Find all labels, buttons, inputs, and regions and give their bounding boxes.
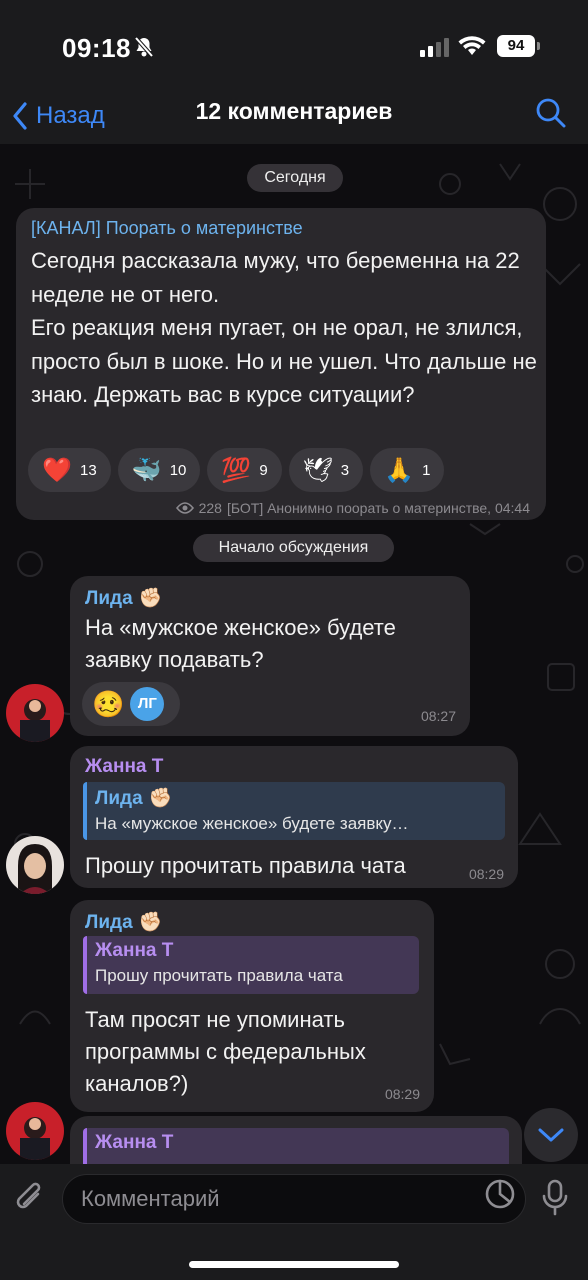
reaction-count: 1 (422, 461, 431, 479)
post-channel-name[interactable]: [КАНАЛ] Поорать о материнстве (31, 218, 303, 239)
quote-sender: Жанна Т (95, 940, 174, 961)
battery-icon: 94 (497, 35, 535, 57)
reaction-dove[interactable]: 🕊 3 (288, 448, 364, 492)
channel-post[interactable]: [КАНАЛ] Поорать о материнстве Сегодня ра… (16, 208, 546, 520)
reactor-avatar: ЛГ (130, 687, 165, 721)
message-text: На «мужское женское» будете заявку подав… (85, 615, 396, 672)
reaction-whale[interactable]: 🐳 10 (117, 448, 201, 492)
post-views: 228 (198, 500, 222, 516)
message-bubble[interactable]: Жанна Т Лида ✊🏻 На «мужское женское» буде… (70, 746, 518, 888)
eye-icon (175, 502, 194, 514)
sticker-icon[interactable] (484, 1178, 516, 1215)
bell-slash-icon (134, 36, 154, 63)
message-time: 08:29 (384, 1086, 420, 1102)
fist-icon: ✊🏻 (138, 588, 163, 609)
message-text: Прошу прочитать правила чата (85, 853, 406, 878)
wifi-icon (458, 36, 486, 61)
woozy-face-icon: 🥴 (92, 688, 125, 719)
avatar[interactable] (6, 836, 64, 894)
avatar[interactable] (6, 1102, 64, 1160)
fist-icon: ✊🏻 (148, 788, 173, 809)
discussion-start-separator: Начало обсуждения (193, 534, 394, 562)
message-time: 08:29 (468, 866, 504, 882)
home-indicator (189, 1261, 399, 1268)
paperclip-icon[interactable] (12, 1178, 48, 1223)
pray-icon: 🙏 (384, 456, 414, 484)
input-bar (0, 1164, 588, 1280)
reaction-count: 3 (340, 461, 350, 479)
comment-input-field[interactable] (62, 1174, 526, 1224)
date-separator: Сегодня (247, 164, 343, 192)
fist-icon: ✊🏻 (138, 912, 163, 933)
scroll-down-button[interactable] (524, 1108, 578, 1162)
comment-input[interactable] (81, 1175, 481, 1223)
heart-icon: ❤️ (42, 456, 72, 484)
status-time: 09:18 (62, 33, 131, 63)
reply-quote[interactable]: Жанна Т (83, 1128, 509, 1164)
message-bubble[interactable]: Лида ✊🏻 На «мужское женское» будете заявк… (70, 576, 470, 736)
message-text: Там просят не упоминать программы с феде… (85, 1007, 366, 1096)
post-author-time: [БОТ] Анонимно поорать о материнстве, 04… (226, 500, 530, 516)
reaction-count: 13 (80, 461, 97, 479)
cellular-signal-icon (420, 38, 449, 57)
quote-text: На «мужское женское» будете заявку… (95, 814, 409, 833)
message-bubble[interactable]: Лида ✊🏻 Жанна Т Прошу прочитать правила ч… (70, 900, 434, 1112)
nav-bar: Назад 12 комментариев (0, 90, 588, 144)
message-reaction[interactable]: 🥴 ЛГ (82, 682, 180, 726)
avatar[interactable] (6, 684, 64, 742)
message-bubble[interactable]: Жанна Т (70, 1116, 522, 1164)
reaction-heart[interactable]: ❤️ 13 (28, 448, 111, 492)
post-text: Сегодня рассказала мужу, что беременна н… (31, 248, 537, 407)
quote-sender: Лида ✊🏻 (95, 788, 173, 809)
post-reactions: ❤️ 13 🐳 10 💯 9 🕊 3 🙏 1 (28, 448, 445, 492)
message-sender[interactable]: Лида ✊🏻 (85, 586, 162, 610)
message-time: 08:27 (420, 708, 456, 724)
chat-area[interactable]: Сегодня [КАНАЛ] Поорать о материнстве Се… (0, 144, 588, 1164)
hundred-icon: 💯 (221, 456, 252, 484)
chevron-down-icon (538, 1128, 564, 1142)
status-bar: 09:18 94 (0, 0, 588, 90)
battery-tip (537, 42, 540, 50)
reaction-hundred[interactable]: 💯 9 (207, 448, 282, 492)
dove-icon: 🕊 (302, 456, 334, 484)
quote-sender: Жанна Т (95, 1132, 174, 1153)
microphone-icon[interactable] (540, 1178, 570, 1223)
reaction-count: 9 (259, 461, 268, 479)
message-sender[interactable]: Лида ✊🏻 (85, 910, 162, 934)
quote-text: Прошу прочитать правила чата (95, 966, 343, 985)
whale-icon: 🐳 (131, 456, 162, 484)
reaction-count: 10 (169, 461, 187, 479)
post-meta: 228 [БОТ] Анонимно поорать о материнстве… (175, 500, 530, 516)
reply-quote[interactable]: Лида ✊🏻 На «мужское женское» будете заявк… (83, 782, 505, 840)
reaction-pray[interactable]: 🙏 1 (370, 448, 445, 492)
reply-quote[interactable]: Жанна Т Прошу прочитать правила чата (83, 936, 419, 994)
page-title: 12 комментариев (195, 98, 393, 124)
search-icon[interactable] (534, 96, 568, 135)
message-sender[interactable]: Жанна Т (85, 756, 163, 778)
